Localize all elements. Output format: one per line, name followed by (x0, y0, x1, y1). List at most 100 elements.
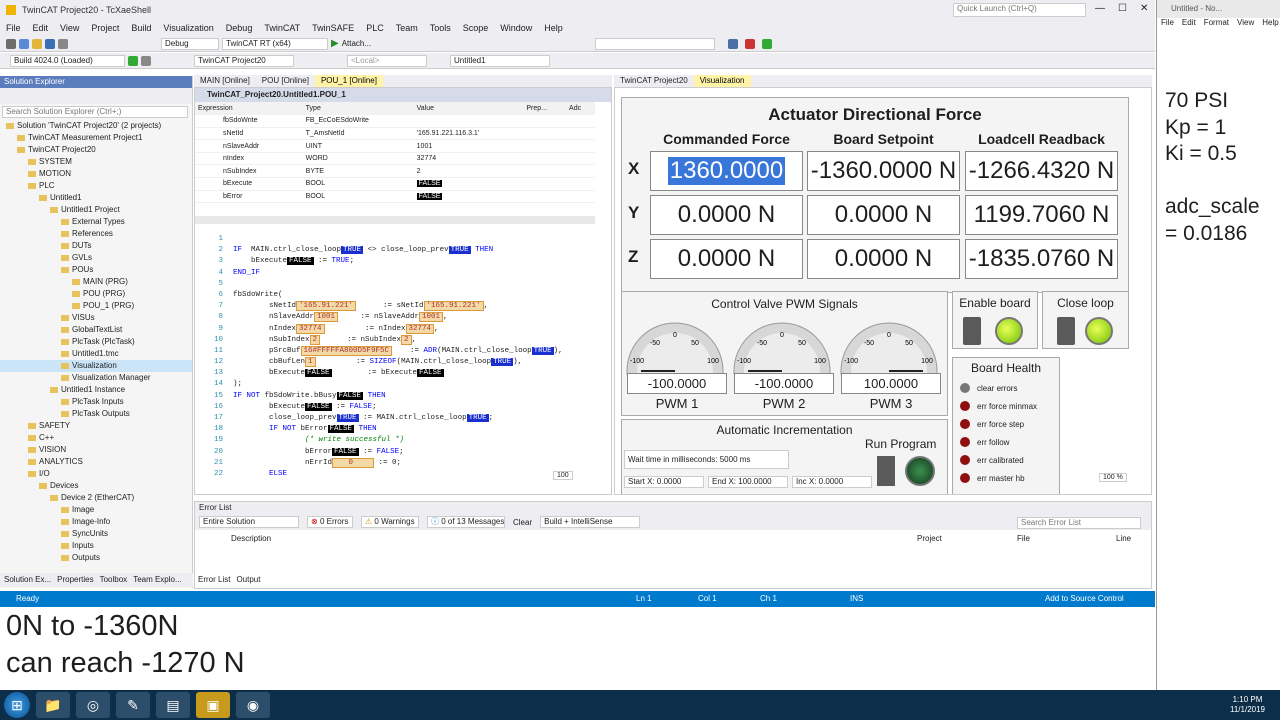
tree-item[interactable]: PlcTask (PlcTask) (0, 336, 192, 348)
tree-item[interactable]: MAIN (PRG) (0, 276, 192, 288)
editor-tab[interactable]: POU [Online] (256, 75, 315, 87)
menu-team[interactable]: Team (390, 23, 424, 33)
tree-item[interactable]: TwinCAT Measurement Project1 (0, 132, 192, 144)
tree-item[interactable]: Untitled1 Project (0, 204, 192, 216)
notepad-menu-help[interactable]: Help (1262, 18, 1278, 32)
notepad-menu-edit[interactable]: Edit (1182, 18, 1196, 32)
warnings-filter-button[interactable]: ⚠ 0 Warnings (361, 516, 419, 528)
tool-icon[interactable]: ✎ (116, 692, 150, 718)
visu-zoom[interactable]: 100 % (1099, 473, 1127, 482)
visu-tab[interactable]: Visualization (693, 75, 751, 87)
menu-twincat[interactable]: TwinCAT (258, 23, 306, 33)
col-line[interactable]: Line (1116, 534, 1131, 543)
tree-item[interactable]: PlcTask Outputs (0, 408, 192, 420)
tree-item[interactable]: DUTs (0, 240, 192, 252)
notepad-menu-view[interactable]: View (1237, 18, 1254, 32)
tree-item[interactable]: Devices (0, 480, 192, 492)
editor-tab[interactable]: POU_1 [Online] (314, 75, 383, 87)
tree-item[interactable]: POU (PRG) (0, 288, 192, 300)
target-system-select[interactable]: <Local> (347, 54, 427, 67)
tree-item[interactable]: VISION (0, 444, 192, 456)
menu-tools[interactable]: Tools (424, 23, 457, 33)
build-select[interactable]: Build 4024.0 (Loaded) (10, 54, 125, 67)
notepad-text[interactable]: 70 PSI Kp = 1 Ki = 0.5 adc_scale = 0.0186 (1157, 32, 1280, 247)
enable-board-switch[interactable] (963, 317, 981, 345)
tab-error-list[interactable]: Error List (198, 575, 230, 584)
watch-row[interactable]: sNetId T_AmsNetId '165.91.221.116.3.1' (195, 127, 595, 141)
error-search-input[interactable]: Search Error List (1017, 517, 1141, 529)
chrome-icon[interactable]: ◎ (76, 692, 110, 718)
tree-item[interactable]: MOTION (0, 168, 192, 180)
messages-filter-button[interactable]: ⓘ 0 of 13 Messages (427, 516, 505, 528)
tree-item[interactable]: SAFETY (0, 420, 192, 432)
menu-visualization[interactable]: Visualization (157, 23, 219, 33)
watch-row[interactable]: bError BOOL FALSE (195, 190, 595, 204)
tree-item[interactable]: VISUs (0, 312, 192, 324)
col-description[interactable]: Description (231, 534, 271, 543)
logout-icon[interactable] (141, 55, 151, 66)
tree-item[interactable]: PlcTask Inputs (0, 396, 192, 408)
maximize-icon[interactable]: ☐ (1118, 3, 1127, 14)
tree-item[interactable]: Inputs (0, 540, 192, 552)
col-project[interactable]: Project (917, 534, 942, 543)
menu-file[interactable]: File (0, 23, 27, 33)
close-icon[interactable]: ✕ (1140, 3, 1148, 14)
solution-search-input[interactable]: Search Solution Explorer (Ctrl+;) (2, 106, 188, 118)
watch-header[interactable]: Type (302, 102, 414, 116)
watch-header[interactable]: Expression (195, 102, 303, 116)
tree-item[interactable]: I/O (0, 468, 192, 480)
menu-view[interactable]: View (54, 23, 85, 33)
menu-window[interactable]: Window (494, 23, 538, 33)
solution-config-select[interactable] (595, 38, 715, 50)
watch-header[interactable]: Prep... (523, 102, 567, 116)
run-program-switch[interactable] (877, 456, 895, 486)
tree-item[interactable]: Untitled1 (0, 192, 192, 204)
tree-item[interactable]: GVLs (0, 252, 192, 264)
tab-solutionex[interactable]: Solution Ex... (4, 573, 51, 587)
force-cell-cmd[interactable]: 0.0000 N (650, 195, 803, 235)
inc-x-field[interactable]: Inc X: 0.0000 (792, 476, 872, 488)
notepad-icon[interactable]: ▤ (156, 692, 190, 718)
clock[interactable]: 1:10 PM 11/1/2019 (1230, 695, 1265, 715)
tab-teamexplo[interactable]: Team Explo... (133, 573, 181, 587)
login-icon[interactable] (128, 55, 138, 66)
end-x-field[interactable]: End X: 100.0000 (708, 476, 788, 488)
open-icon[interactable] (32, 38, 42, 49)
tree-item[interactable]: External Types (0, 216, 192, 228)
wait-time-field[interactable]: Wait time in milliseconds: 5000 ms (624, 450, 789, 469)
clear-button[interactable]: Clear (513, 518, 532, 527)
twincat-icon[interactable]: ▣ (196, 692, 230, 718)
tree-item[interactable]: POU_1 (PRG) (0, 300, 192, 312)
watch-header[interactable]: Adc (566, 102, 595, 116)
activate-config-icon[interactable] (745, 39, 755, 49)
editor-tab[interactable]: MAIN [Online] (194, 75, 256, 87)
tree-item[interactable]: Untitled1.tmc (0, 348, 192, 360)
menu-debug[interactable]: Debug (220, 23, 259, 33)
tree-item[interactable]: ANALYTICS (0, 456, 192, 468)
plc-project-select[interactable]: Untitled1 (450, 54, 550, 67)
save-icon[interactable] (45, 38, 55, 49)
splitter[interactable] (195, 216, 595, 224)
tree-item[interactable]: C++ (0, 432, 192, 444)
watch-row[interactable]: nSubIndex BYTE 2 (195, 164, 595, 179)
config-select[interactable]: Debug (161, 37, 219, 50)
undo-icon[interactable] (58, 38, 68, 49)
tree-item[interactable]: POUs (0, 264, 192, 276)
tree-item[interactable]: References (0, 228, 192, 240)
tree-item[interactable]: Outputs (0, 552, 192, 564)
back-icon[interactable] (6, 38, 16, 49)
force-cell-cmd[interactable]: 1360.0000 (650, 151, 803, 191)
menu-twinsafe[interactable]: TwinSAFE (306, 23, 360, 33)
start-x-field[interactable]: Start X: 0.0000 (624, 476, 704, 488)
col-file[interactable]: File (1017, 534, 1030, 543)
build-filter-select[interactable]: Build + IntelliSense (540, 516, 641, 528)
errors-filter-button[interactable]: ⊗ 0 Errors (307, 516, 353, 528)
run-mode-icon[interactable] (762, 39, 772, 49)
tab-properties[interactable]: Properties (57, 573, 93, 587)
tab-toolbox[interactable]: Toolbox (100, 573, 128, 587)
error-scope-select[interactable]: Entire Solution (199, 516, 299, 528)
menu-help[interactable]: Help (538, 23, 569, 33)
tree-item[interactable]: Image (0, 504, 192, 516)
tree-item[interactable]: SYSTEM (0, 156, 192, 168)
tree-item[interactable]: Visualization Manager (0, 372, 192, 384)
